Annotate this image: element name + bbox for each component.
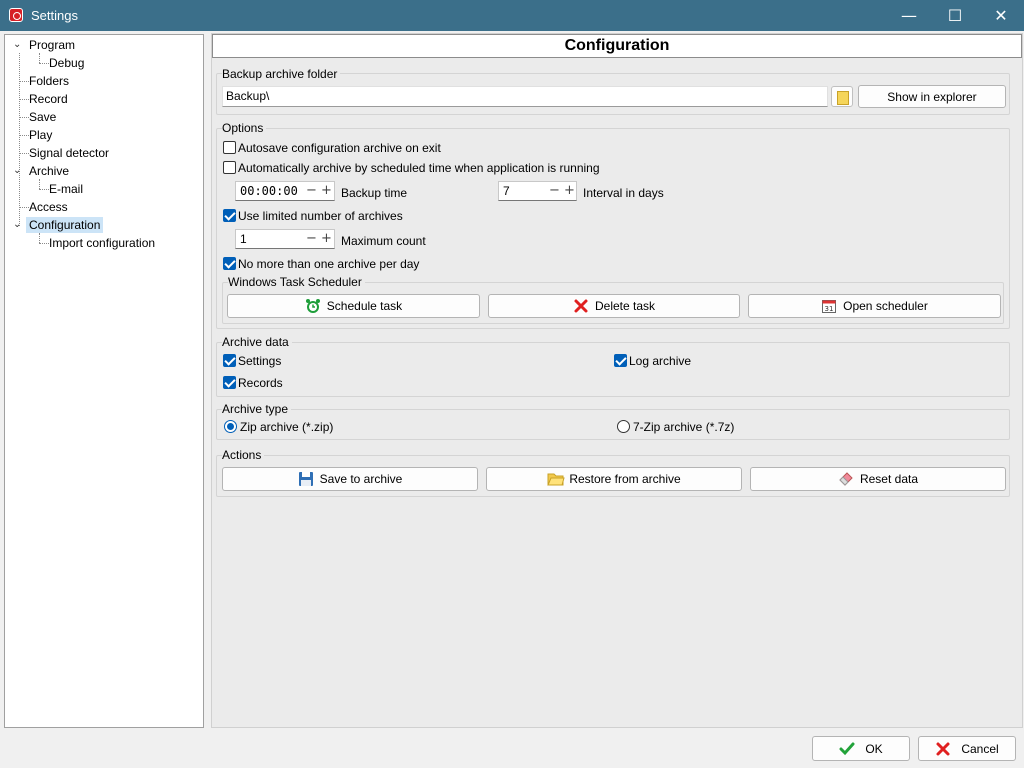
restore-from-archive-label: Restore from archive (569, 472, 681, 486)
expand-chevron-icon[interactable]: ⌄ (13, 220, 23, 230)
backup-time-label: Backup time (341, 186, 408, 200)
decrement-icon[interactable]: − (306, 182, 317, 200)
decrement-icon[interactable]: − (306, 230, 317, 248)
red-x-icon (935, 741, 951, 757)
app-icon (9, 8, 23, 22)
tree-line (19, 53, 20, 226)
backup-path-input[interactable]: Backup\ (222, 86, 828, 107)
cancel-label: Cancel (961, 741, 999, 756)
cancel-button[interactable]: Cancel (918, 736, 1016, 761)
archive-type-label: Archive type (222, 402, 292, 416)
zip-label: Zip archive (*.zip) (240, 420, 334, 434)
expand-chevron-icon[interactable]: ⌄ (13, 40, 23, 50)
alarm-clock-icon (305, 298, 321, 314)
svg-text:31: 31 (825, 305, 834, 313)
checkmark-icon (839, 741, 855, 757)
max-count-label: Maximum count (341, 234, 426, 248)
interval-days-label: Interval in days (583, 186, 664, 200)
eraser-icon (838, 471, 854, 487)
one-per-day-label: No more than one archive per day (238, 257, 420, 271)
schedule-task-label: Schedule task (326, 299, 403, 313)
reset-data-label: Reset data (859, 472, 919, 486)
archive-data-group (216, 342, 1010, 397)
reset-data-button[interactable]: Reset data (750, 467, 1006, 491)
tree-item-program[interactable]: Program (26, 37, 78, 53)
tree-item-access[interactable]: Access (26, 199, 71, 215)
sevenzip-label: 7-Zip archive (*.7z) (633, 420, 735, 434)
records-label: Records (238, 376, 283, 390)
increment-icon[interactable]: + (321, 230, 332, 248)
settings-label: Settings (238, 354, 282, 368)
sevenzip-radio[interactable] (617, 420, 630, 433)
archive-type-group (216, 409, 1010, 440)
delete-task-button[interactable]: Delete task (488, 294, 740, 318)
schedule-task-button[interactable]: Schedule task (227, 294, 480, 318)
tree-item-email[interactable]: E-mail (46, 181, 86, 197)
tree-item-configuration[interactable]: Configuration (26, 217, 104, 233)
autosave-checkbox[interactable] (223, 141, 236, 154)
increment-icon[interactable]: + (321, 182, 332, 200)
folder-icon (547, 471, 565, 487)
close-button[interactable]: ✕ (978, 0, 1024, 31)
autosave-label: Autosave configuration archive on exit (238, 141, 441, 155)
archive-data-label: Archive data (222, 335, 292, 349)
tree-item-record[interactable]: Record (26, 91, 71, 107)
tree-item-save[interactable]: Save (26, 109, 59, 125)
page-title: Configuration (212, 34, 1022, 58)
decrement-icon[interactable]: − (549, 182, 560, 200)
save-to-archive-button[interactable]: Save to archive (222, 467, 478, 491)
settings-checkbox[interactable] (223, 354, 236, 367)
minimize-button[interactable]: — (886, 0, 932, 31)
tree-item-debug[interactable]: Debug (46, 55, 87, 71)
tree-line (39, 179, 40, 189)
tree-item-play[interactable]: Play (26, 127, 55, 143)
ok-label: OK (865, 741, 883, 756)
browse-folder-button[interactable] (831, 86, 853, 107)
task-scheduler-label: Windows Task Scheduler (228, 275, 365, 289)
tree-line (39, 233, 40, 243)
interval-days-value: 7 (503, 184, 510, 198)
actions-label: Actions (222, 448, 265, 462)
save-to-archive-label: Save to archive (319, 472, 403, 486)
floppy-disk-icon (298, 471, 314, 487)
open-scheduler-label: Open scheduler (843, 299, 928, 313)
interval-days-input[interactable]: 7 − + (498, 181, 577, 201)
limited-archives-checkbox[interactable] (223, 209, 236, 222)
settings-tree[interactable]: ⌄ ⌄ ⌄ Program Debug Folders Record Save … (4, 34, 204, 728)
tree-item-import-configuration[interactable]: Import configuration (46, 235, 158, 251)
ok-button[interactable]: OK (812, 736, 910, 761)
backup-time-value: 00:00:00 (240, 184, 298, 198)
restore-from-archive-button[interactable]: Restore from archive (486, 467, 742, 491)
increment-icon[interactable]: + (564, 182, 575, 200)
auto-archive-checkbox[interactable] (223, 161, 236, 174)
tree-item-archive[interactable]: Archive (26, 163, 72, 179)
delete-task-label: Delete task (594, 299, 656, 313)
backup-folder-label: Backup archive folder (222, 67, 341, 81)
one-per-day-checkbox[interactable] (223, 257, 236, 270)
open-scheduler-button[interactable]: 31 Open scheduler (748, 294, 1001, 318)
title-bar[interactable]: Settings — ☐ ✕ (0, 0, 1024, 31)
tree-item-folders[interactable]: Folders (26, 73, 72, 89)
log-archive-checkbox[interactable] (614, 354, 627, 367)
log-archive-label: Log archive (629, 354, 692, 368)
max-count-input[interactable]: 1 − + (235, 229, 335, 249)
auto-archive-label: Automatically archive by scheduled time … (238, 161, 600, 175)
max-count-value: 1 (240, 232, 247, 246)
records-checkbox[interactable] (223, 376, 236, 389)
calendar-icon: 31 (821, 298, 837, 314)
zip-radio[interactable] (224, 420, 237, 433)
expand-chevron-icon[interactable]: ⌄ (13, 166, 23, 176)
options-label: Options (222, 121, 267, 135)
tree-line (39, 53, 40, 63)
show-in-explorer-button[interactable]: Show in explorer (858, 85, 1006, 108)
window-title: Settings (31, 8, 78, 23)
red-x-icon (573, 298, 589, 314)
maximize-button[interactable]: ☐ (932, 0, 978, 31)
limited-archives-label: Use limited number of archives (238, 209, 403, 223)
backup-time-input[interactable]: 00:00:00 − + (235, 181, 335, 201)
tree-item-signal-detector[interactable]: Signal detector (26, 145, 112, 161)
